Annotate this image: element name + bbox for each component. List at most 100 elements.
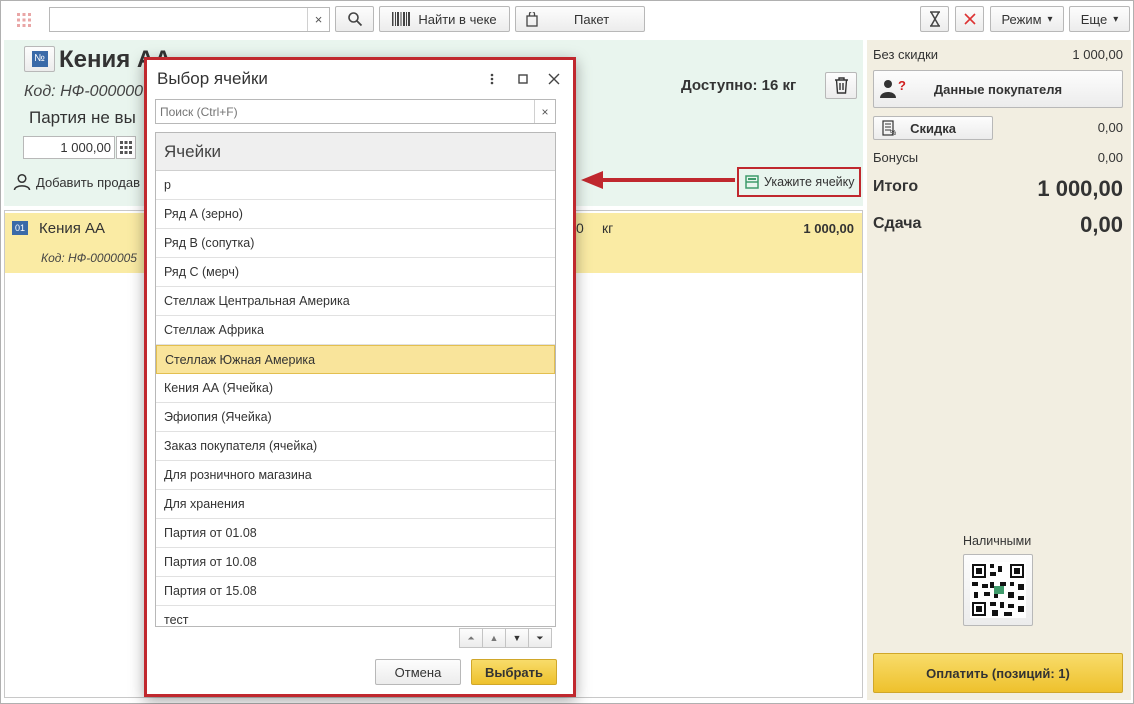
mode-label: Режим — [1001, 11, 1042, 27]
svg-text:%: % — [890, 130, 896, 136]
trash-icon — [834, 77, 848, 94]
table-navigation: ⏶ ▲ ▼ ⏷ — [459, 628, 552, 648]
bonus-value: 0,00 — [1097, 150, 1123, 165]
bag-icon — [526, 11, 538, 27]
discount-label: Скидка — [910, 120, 956, 136]
cells-table: Ячейки р Ряд А (зерно) Ряд В (сопутка) Р… — [155, 132, 556, 627]
svg-text:?: ? — [898, 79, 906, 93]
table-row[interactable]: Кения АА (Ячейка) — [156, 374, 555, 403]
dialog-close-button[interactable] — [545, 69, 563, 89]
chevron-down-icon: ▾ — [1113, 13, 1119, 25]
dialog-search-input[interactable] — [156, 100, 531, 123]
scroll-up-icon[interactable]: ▲ — [482, 628, 506, 648]
search-icon — [347, 12, 362, 27]
change-label: Сдача — [873, 215, 922, 232]
table-row[interactable]: Для хранения — [156, 490, 555, 519]
pay-cash-qr-button[interactable] — [963, 554, 1033, 626]
clear-icon[interactable]: × — [534, 100, 555, 123]
specify-cell-label: Укажите ячейку — [764, 175, 855, 189]
cancel-label: Отмена — [394, 664, 442, 680]
table-row[interactable]: Партия от 10.08 — [156, 548, 555, 577]
table-row[interactable]: Ряд С (мерч) — [156, 258, 555, 287]
table-row[interactable]: Эфиопия (Ячейка) — [156, 403, 555, 432]
close-icon — [548, 73, 560, 85]
table-row[interactable]: Стеллаж Африка — [156, 316, 555, 345]
more-vertical-icon — [490, 73, 494, 85]
package-button[interactable]: Пакет — [515, 6, 645, 32]
keypad-icon — [120, 140, 132, 154]
table-row-selected[interactable]: Стеллаж Южная Америка — [156, 345, 555, 374]
more-menu-button[interactable]: Еще ▾ — [1069, 6, 1130, 32]
scroll-down-icon[interactable]: ▼ — [505, 628, 529, 648]
table-row[interactable]: р — [156, 171, 555, 200]
specify-cell-link[interactable]: Укажите ячейку — [737, 167, 861, 197]
line-quantity[interactable]: 0 — [576, 220, 584, 236]
line-unit: кг — [602, 220, 614, 236]
line-index-badge: 01 — [12, 221, 28, 235]
qr-code-icon — [970, 562, 1026, 618]
total-label: Итого — [873, 178, 919, 195]
add-seller-label: Добавить продав — [36, 174, 140, 190]
calculator-button[interactable] — [116, 136, 136, 159]
table-row[interactable]: тест — [156, 606, 555, 626]
summary-panel: Без скидки 1 000,00 ? Данные покупателя … — [867, 40, 1131, 700]
cancel-receipt-button[interactable] — [955, 6, 984, 32]
table-row[interactable]: Партия от 15.08 — [156, 577, 555, 606]
find-in-receipt-button[interactable]: Найти в чеке — [379, 6, 510, 32]
add-seller-link[interactable]: Добавить продав — [13, 173, 140, 191]
clear-icon[interactable]: × — [307, 8, 329, 31]
barcode-icon — [392, 12, 411, 26]
pay-button[interactable]: Оплатить (позиций: 1) — [873, 653, 1123, 693]
dialog-search-field[interactable]: × — [155, 99, 556, 124]
line-product-code: Код: НФ-0000005 — [41, 251, 137, 265]
without-discount-value: 1 000,00 — [1072, 47, 1123, 62]
number-button[interactable]: № — [24, 46, 55, 72]
table-row[interactable]: Для розничного магазина — [156, 461, 555, 490]
product-code: Код: НФ-000000 — [24, 83, 144, 100]
pay-button-label: Оплатить (позиций: 1) — [926, 665, 1070, 681]
price-field[interactable]: 1 000,00 — [23, 136, 115, 159]
price-value: 1 000,00 — [60, 140, 111, 155]
discount-button[interactable]: % Скидка — [873, 116, 993, 140]
number-icon: № — [31, 51, 48, 67]
mode-menu-button[interactable]: Режим ▾ — [990, 6, 1064, 32]
dialog-menu-button[interactable] — [485, 70, 499, 88]
hourglass-icon — [929, 11, 940, 27]
line-sum: 1 000,00 — [803, 221, 854, 236]
cells-table-body: р Ряд А (зерно) Ряд В (сопутка) Ряд С (м… — [156, 171, 555, 626]
total-value: 1 000,00 — [1037, 176, 1123, 201]
discount-value: 0,00 — [1097, 120, 1123, 135]
available-quantity: Доступно: 16 кг — [681, 77, 797, 94]
cell-selection-dialog: Выбор ячейки × Ячейки р Ряд А (зерно) Ря… — [144, 57, 576, 697]
scroll-bottom-icon[interactable]: ⏷ — [528, 628, 552, 648]
scroll-top-icon[interactable]: ⏶ — [459, 628, 483, 648]
bonus-label: Бонусы — [873, 150, 919, 165]
customer-data-button[interactable]: ? Данные покупателя — [873, 70, 1123, 108]
apps-menu-button[interactable] — [6, 6, 42, 33]
customer-unknown-icon: ? — [880, 78, 908, 99]
line-product-name: Кения АА — [39, 220, 106, 237]
callout-arrow — [581, 171, 735, 189]
select-label: Выбрать — [484, 664, 544, 680]
barcode-search-field[interactable]: × — [49, 7, 330, 32]
dialog-maximize-button[interactable] — [515, 70, 531, 88]
select-button[interactable]: Выбрать — [471, 659, 557, 685]
cancel-button[interactable]: Отмена — [375, 659, 461, 685]
find-in-receipt-label: Найти в чеке — [418, 11, 497, 27]
table-row[interactable]: Ряд А (зерно) — [156, 200, 555, 229]
close-icon — [963, 13, 976, 25]
product-batch[interactable]: Партия не вы — [29, 108, 136, 128]
timer-button[interactable] — [920, 6, 949, 32]
maximize-icon — [518, 74, 528, 84]
table-row[interactable]: Стеллаж Центральная Америка — [156, 287, 555, 316]
search-button[interactable] — [335, 6, 374, 32]
grid-icon — [17, 12, 31, 27]
column-header-cells[interactable]: Ячейки — [156, 133, 555, 171]
top-toolbar: × Найти в чеке Пакет Режим ▾ Еще ▾ — [1, 1, 1133, 39]
delete-button[interactable] — [825, 72, 857, 99]
package-label: Пакет — [574, 11, 610, 27]
table-row[interactable]: Ряд В (сопутка) — [156, 229, 555, 258]
cash-label: Наличными — [963, 534, 1032, 548]
table-row[interactable]: Партия от 01.08 — [156, 519, 555, 548]
table-row[interactable]: Заказ покупателя (ячейка) — [156, 432, 555, 461]
